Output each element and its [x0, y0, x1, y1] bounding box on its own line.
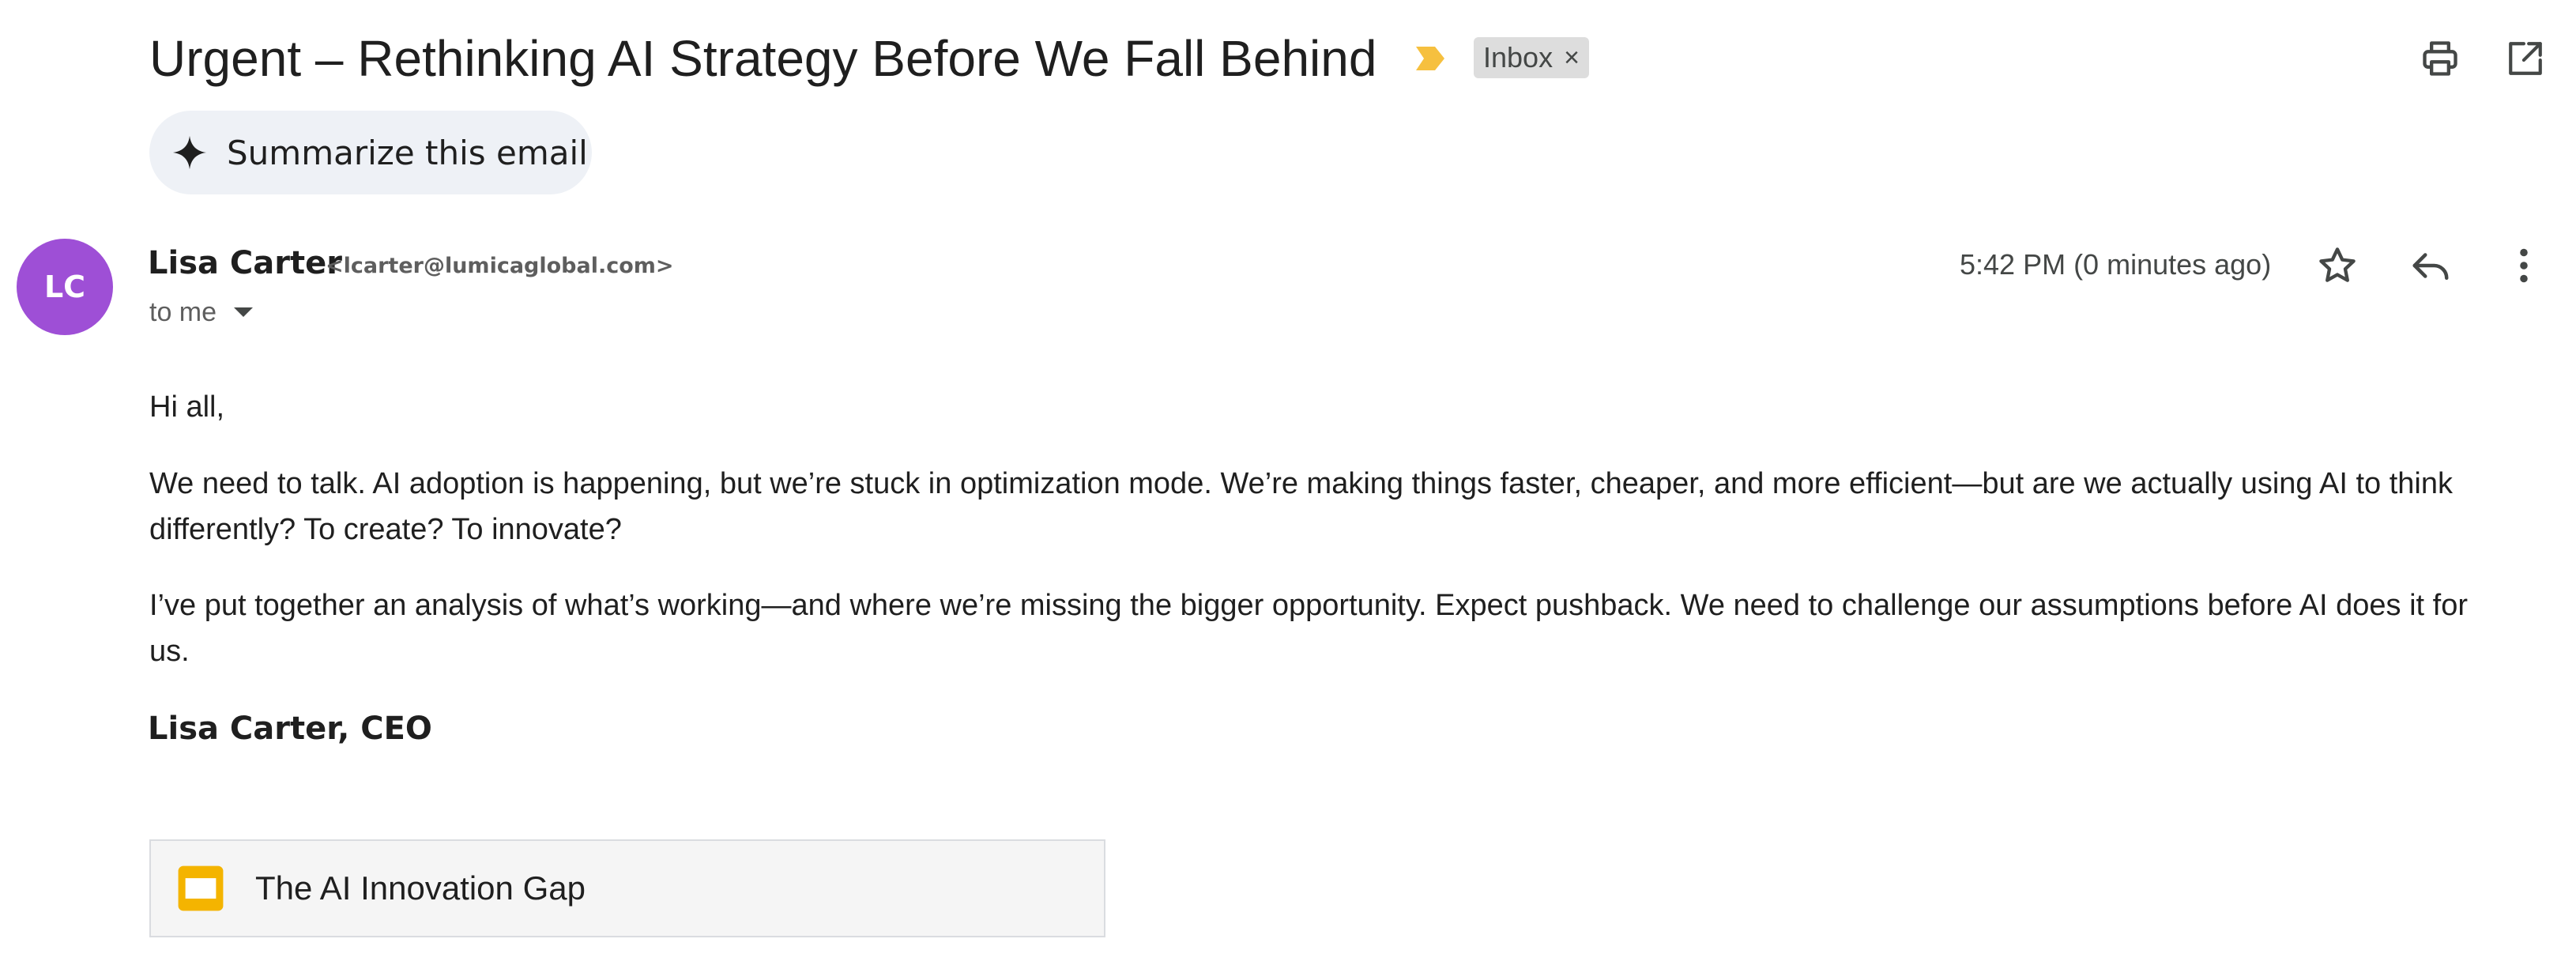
label-chip-inbox: Inbox ×	[1474, 37, 1589, 78]
sender-avatar[interactable]: LC	[17, 239, 113, 335]
summarize-label: Summarize this email	[227, 133, 588, 172]
sparkle-icon	[172, 135, 207, 170]
email-subject: Urgent – Rethinking AI Strategy Before W…	[149, 30, 1377, 87]
open-in-new-window-icon[interactable]	[2502, 35, 2549, 82]
attachment-name: The AI Innovation Gap	[255, 869, 586, 907]
email-paragraph-2-line-1: I’ve put together an analysis of what’s …	[149, 589, 2468, 622]
recipient-details-toggle[interactable]: to me	[149, 294, 254, 330]
google-slides-icon	[178, 865, 224, 911]
email-paragraph-1-line-2: differently? To create? To innovate?	[149, 513, 622, 546]
summarize-email-button[interactable]: Summarize this email	[149, 111, 592, 194]
chevron-down-icon	[234, 307, 254, 317]
star-icon[interactable]	[2314, 242, 2361, 289]
reply-icon[interactable]	[2407, 242, 2454, 289]
email-paragraph-1-line-1: We need to talk. AI adoption is happenin…	[149, 467, 2453, 500]
remove-label-button[interactable]: ×	[1564, 43, 1580, 74]
email-timestamp: 5:42 PM (0 minutes ago)	[1960, 248, 2272, 281]
sender-email: <lcarter@lumicaglobal.com>	[326, 254, 674, 278]
email-signature: Lisa Carter, CEO	[148, 711, 432, 747]
more-vert-icon[interactable]	[2500, 242, 2548, 289]
email-paragraph-2-line-2: us.	[149, 635, 190, 668]
email-greeting: Hi all,	[149, 390, 225, 424]
sender-name[interactable]: Lisa Carter	[148, 241, 342, 285]
recipient-label: to me	[149, 297, 217, 327]
print-icon[interactable]	[2416, 35, 2464, 82]
attachment-card[interactable]: The AI Innovation Gap	[149, 839, 1105, 937]
label-chip-text: Inbox	[1483, 41, 1554, 74]
importance-marker-icon[interactable]	[1414, 45, 1446, 72]
